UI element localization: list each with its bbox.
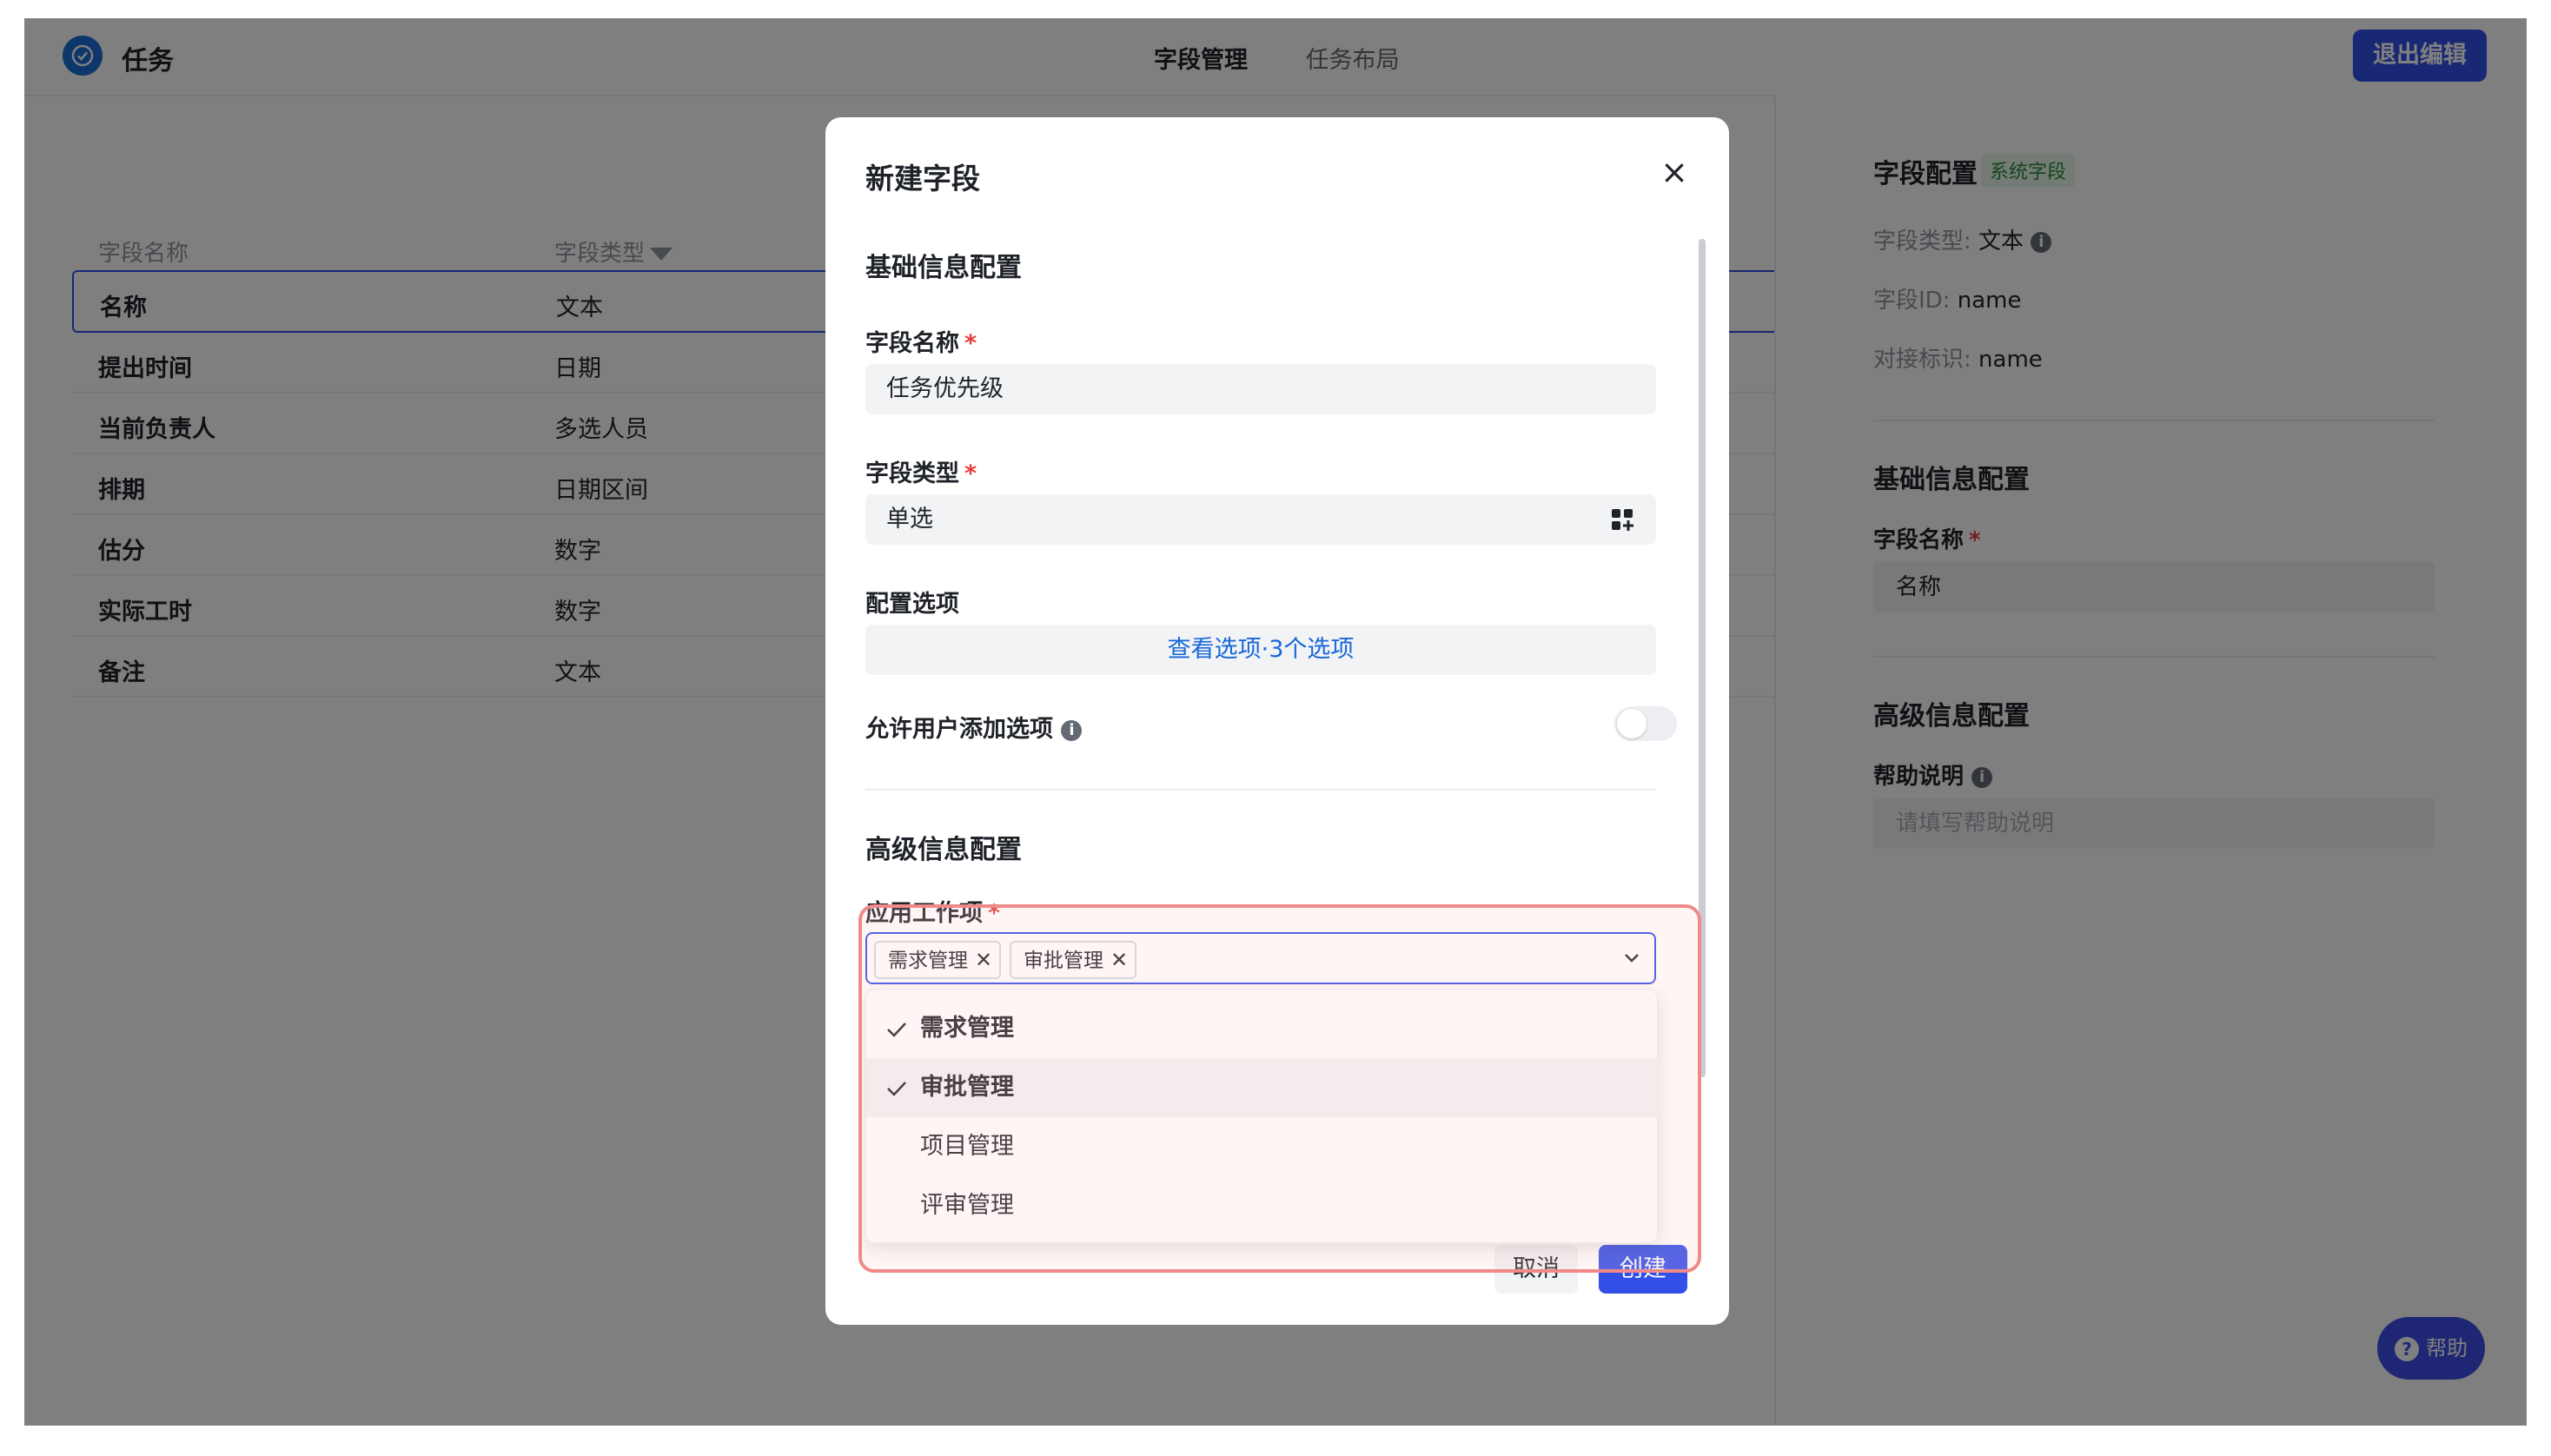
selected-chip: 需求管理 ✕ [874,941,1002,979]
selected-chip: 审批管理 ✕ [1010,941,1137,979]
apply-label: 应用工作项 * [865,894,1000,928]
check-icon [887,1023,906,1037]
workitem-dropdown: 需求管理 审批管理 项目管理 评审管理 [865,989,1658,1243]
check-icon [887,1082,906,1096]
name-label: 字段名称* [865,324,977,358]
divider [865,789,1656,791]
option-label: 审批管理 [920,1074,1014,1101]
scrollbar[interactable] [1699,239,1706,1077]
view-options-link[interactable]: 查看选项·3个选项 [865,625,1656,675]
new-field-dialog: 新建字段 × 基础信息配置 字段名称 * 任务优先级 字段类型 * 单选 配置选项 … [825,117,1729,1325]
option-label: 项目管理 [920,1133,1014,1160]
remove-chip-icon[interactable]: ✕ [975,948,992,972]
field-name-input[interactable]: 任务优先级 [865,364,1656,414]
allow-add-label: 允许用户添加选项 i [865,710,1083,744]
type-label: 字段类型 * [865,454,977,488]
name-label-text: 字段名称 [865,330,959,357]
dialog-title: 新建字段 [865,162,980,195]
type-label-text: 字段类型 [865,460,959,487]
field-type-select[interactable]: 单选 [865,494,1656,545]
apply-label-text: 应用工作项 [865,900,983,927]
dropdown-option[interactable]: 项目管理 [866,1117,1657,1176]
allow-add-toggle[interactable] [1614,706,1677,741]
advanced-section-title: 高级信息配置 [865,835,1022,865]
app-window: 任务 字段管理 任务布局 退出编辑 字段名称 字段类型 名称文本 提出时间日期 … [24,18,2527,1426]
basic-section-title: 基础信息配置 [865,253,1022,283]
chip-label: 需求管理 [888,950,968,972]
cancel-button[interactable]: 取消 [1494,1245,1578,1294]
toggle-knob [1617,709,1647,738]
dropdown-option[interactable]: 评审管理 [866,1176,1657,1235]
close-icon[interactable]: × [1658,156,1691,189]
required-marker: * [964,330,977,357]
required-marker: * [964,460,977,487]
options-label: 配置选项 [865,591,959,618]
apply-workitem-select[interactable]: 需求管理 ✕ 审批管理 ✕ [865,932,1656,984]
chevron-down-icon[interactable] [1621,948,1642,969]
dropdown-option[interactable]: 审批管理 [866,1058,1657,1117]
allow-add-label-text: 允许用户添加选项 [865,716,1053,743]
chip-label: 审批管理 [1024,950,1103,972]
field-type-value: 单选 [886,506,933,533]
remove-chip-icon[interactable]: ✕ [1110,948,1128,972]
info-icon[interactable]: i [1061,719,1083,741]
grid-icon [1612,509,1633,531]
required-marker: * [988,900,1001,927]
option-label: 评审管理 [920,1192,1014,1219]
dropdown-option[interactable]: 需求管理 [866,999,1657,1058]
create-button[interactable]: 创建 [1599,1245,1687,1294]
option-label: 需求管理 [920,1015,1014,1042]
